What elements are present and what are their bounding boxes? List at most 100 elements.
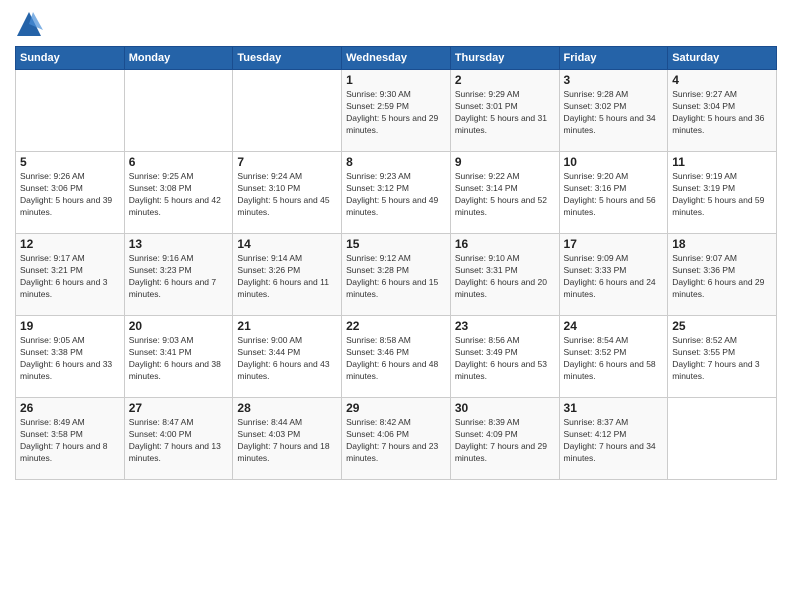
day-info: Sunrise: 9:20 AM Sunset: 3:16 PM Dayligh… [564,171,664,219]
day-info: Sunrise: 9:07 AM Sunset: 3:36 PM Dayligh… [672,253,772,301]
day-number: 21 [237,319,337,333]
calendar-cell: 27 Sunrise: 8:47 AM Sunset: 4:00 PM Dayli… [124,398,233,480]
calendar-cell: 11 Sunrise: 9:19 AM Sunset: 3:19 PM Dayli… [668,152,777,234]
weekday-header: Tuesday [233,47,342,70]
day-info: Sunrise: 9:12 AM Sunset: 3:28 PM Dayligh… [346,253,446,301]
calendar-cell [16,70,125,152]
day-number: 11 [672,155,772,169]
day-info: Sunrise: 8:47 AM Sunset: 4:00 PM Dayligh… [129,417,229,465]
calendar-cell: 13 Sunrise: 9:16 AM Sunset: 3:23 PM Dayli… [124,234,233,316]
day-number: 3 [564,73,664,87]
day-number: 19 [20,319,120,333]
day-number: 2 [455,73,555,87]
day-number: 7 [237,155,337,169]
calendar-cell: 25 Sunrise: 8:52 AM Sunset: 3:55 PM Dayli… [668,316,777,398]
day-number: 8 [346,155,446,169]
calendar-cell: 5 Sunrise: 9:26 AM Sunset: 3:06 PM Daylig… [16,152,125,234]
logo [15,10,47,38]
day-info: Sunrise: 8:54 AM Sunset: 3:52 PM Dayligh… [564,335,664,383]
calendar-table: SundayMondayTuesdayWednesdayThursdayFrid… [15,46,777,480]
day-number: 17 [564,237,664,251]
calendar-cell: 30 Sunrise: 8:39 AM Sunset: 4:09 PM Dayli… [450,398,559,480]
calendar-cell: 9Sunrise: 9:22 AM Sunset: 3:14 PM Daylig… [450,152,559,234]
day-number: 25 [672,319,772,333]
calendar-cell: 21 Sunrise: 9:00 AM Sunset: 3:44 PM Dayli… [233,316,342,398]
day-info: Sunrise: 8:37 AM Sunset: 4:12 PM Dayligh… [564,417,664,465]
day-number: 10 [564,155,664,169]
day-number: 13 [129,237,229,251]
calendar-cell: 4Sunrise: 9:27 AM Sunset: 3:04 PM Daylig… [668,70,777,152]
day-number: 22 [346,319,446,333]
calendar-cell: 1 Sunrise: 9:30 AM Sunset: 2:59 PM Daylig… [342,70,451,152]
day-number: 1 [346,73,446,87]
calendar-cell: 15Sunrise: 9:12 AM Sunset: 3:28 PM Dayli… [342,234,451,316]
day-info: Sunrise: 9:09 AM Sunset: 3:33 PM Dayligh… [564,253,664,301]
day-number: 16 [455,237,555,251]
weekday-row: SundayMondayTuesdayWednesdayThursdayFrid… [16,47,777,70]
weekday-header: Saturday [668,47,777,70]
calendar-cell: 2 Sunrise: 9:29 AM Sunset: 3:01 PM Daylig… [450,70,559,152]
day-info: Sunrise: 8:58 AM Sunset: 3:46 PM Dayligh… [346,335,446,383]
day-number: 5 [20,155,120,169]
day-number: 23 [455,319,555,333]
calendar-cell: 16 Sunrise: 9:10 AM Sunset: 3:31 PM Dayli… [450,234,559,316]
day-number: 29 [346,401,446,415]
day-number: 24 [564,319,664,333]
day-info: Sunrise: 9:00 AM Sunset: 3:44 PM Dayligh… [237,335,337,383]
calendar-cell: 26 Sunrise: 8:49 AM Sunset: 3:58 PM Dayli… [16,398,125,480]
day-number: 28 [237,401,337,415]
day-info: Sunrise: 9:16 AM Sunset: 3:23 PM Dayligh… [129,253,229,301]
calendar-cell [124,70,233,152]
day-info: Sunrise: 8:56 AM Sunset: 3:49 PM Dayligh… [455,335,555,383]
calendar-cell: 28 Sunrise: 8:44 AM Sunset: 4:03 PM Dayli… [233,398,342,480]
weekday-header: Friday [559,47,668,70]
calendar-body: 1 Sunrise: 9:30 AM Sunset: 2:59 PM Daylig… [16,70,777,480]
day-info: Sunrise: 9:17 AM Sunset: 3:21 PM Dayligh… [20,253,120,301]
day-info: Sunrise: 8:39 AM Sunset: 4:09 PM Dayligh… [455,417,555,465]
day-info: Sunrise: 9:30 AM Sunset: 2:59 PM Dayligh… [346,89,446,137]
day-info: Sunrise: 9:29 AM Sunset: 3:01 PM Dayligh… [455,89,555,137]
day-info: Sunrise: 9:19 AM Sunset: 3:19 PM Dayligh… [672,171,772,219]
day-info: Sunrise: 9:24 AM Sunset: 3:10 PM Dayligh… [237,171,337,219]
calendar-header: SundayMondayTuesdayWednesdayThursdayFrid… [16,47,777,70]
day-info: Sunrise: 9:27 AM Sunset: 3:04 PM Dayligh… [672,89,772,137]
calendar-cell: 19 Sunrise: 9:05 AM Sunset: 3:38 PM Dayli… [16,316,125,398]
weekday-header: Thursday [450,47,559,70]
day-number: 20 [129,319,229,333]
day-info: Sunrise: 9:26 AM Sunset: 3:06 PM Dayligh… [20,171,120,219]
calendar-cell: 20 Sunrise: 9:03 AM Sunset: 3:41 PM Dayli… [124,316,233,398]
day-info: Sunrise: 9:05 AM Sunset: 3:38 PM Dayligh… [20,335,120,383]
calendar-cell: 24 Sunrise: 8:54 AM Sunset: 3:52 PM Dayli… [559,316,668,398]
day-info: Sunrise: 9:10 AM Sunset: 3:31 PM Dayligh… [455,253,555,301]
day-number: 31 [564,401,664,415]
calendar-cell [233,70,342,152]
calendar-cell: 10 Sunrise: 9:20 AM Sunset: 3:16 PM Dayli… [559,152,668,234]
day-info: Sunrise: 8:52 AM Sunset: 3:55 PM Dayligh… [672,335,772,383]
week-row: 26 Sunrise: 8:49 AM Sunset: 3:58 PM Dayli… [16,398,777,480]
day-number: 26 [20,401,120,415]
calendar-cell: 3 Sunrise: 9:28 AM Sunset: 3:02 PM Daylig… [559,70,668,152]
day-number: 18 [672,237,772,251]
day-info: Sunrise: 9:23 AM Sunset: 3:12 PM Dayligh… [346,171,446,219]
weekday-header: Wednesday [342,47,451,70]
calendar-cell: 8 Sunrise: 9:23 AM Sunset: 3:12 PM Daylig… [342,152,451,234]
day-number: 6 [129,155,229,169]
day-number: 30 [455,401,555,415]
day-info: Sunrise: 8:44 AM Sunset: 4:03 PM Dayligh… [237,417,337,465]
day-number: 27 [129,401,229,415]
day-info: Sunrise: 9:25 AM Sunset: 3:08 PM Dayligh… [129,171,229,219]
day-info: Sunrise: 9:03 AM Sunset: 3:41 PM Dayligh… [129,335,229,383]
day-info: Sunrise: 8:49 AM Sunset: 3:58 PM Dayligh… [20,417,120,465]
day-info: Sunrise: 9:14 AM Sunset: 3:26 PM Dayligh… [237,253,337,301]
week-row: 1 Sunrise: 9:30 AM Sunset: 2:59 PM Daylig… [16,70,777,152]
calendar-cell: 31 Sunrise: 8:37 AM Sunset: 4:12 PM Dayli… [559,398,668,480]
calendar-cell: 22 Sunrise: 8:58 AM Sunset: 3:46 PM Dayli… [342,316,451,398]
calendar-cell: 29 Sunrise: 8:42 AM Sunset: 4:06 PM Dayli… [342,398,451,480]
calendar-cell: 17 Sunrise: 9:09 AM Sunset: 3:33 PM Dayli… [559,234,668,316]
day-info: Sunrise: 8:42 AM Sunset: 4:06 PM Dayligh… [346,417,446,465]
day-number: 9 [455,155,555,169]
weekday-header: Sunday [16,47,125,70]
calendar-cell [668,398,777,480]
weekday-header: Monday [124,47,233,70]
day-info: Sunrise: 9:28 AM Sunset: 3:02 PM Dayligh… [564,89,664,137]
